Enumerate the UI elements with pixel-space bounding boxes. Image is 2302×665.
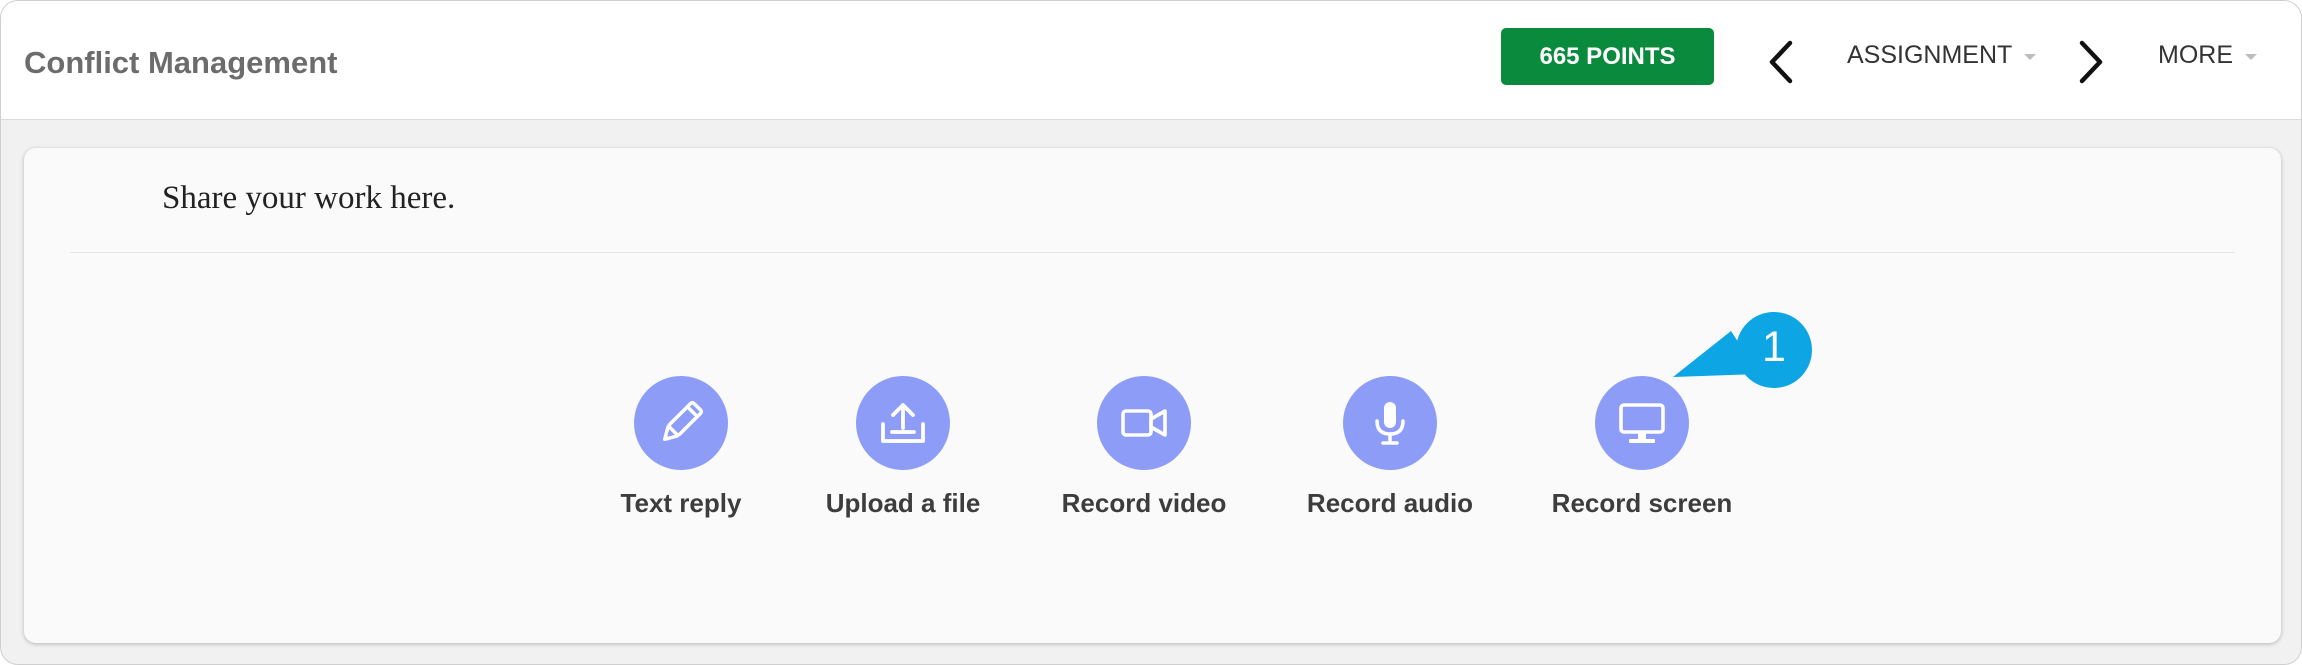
assignment-menu-label: ASSIGNMENT <box>1847 41 2013 69</box>
record-screen-label: Record screen <box>1551 488 1733 518</box>
chevron-down-icon <box>2245 54 2257 60</box>
record-audio-label: Record audio <box>1306 488 1474 518</box>
callout-number: 1 <box>1762 323 1786 371</box>
header-bar: Conflict Management 665 POINTS ASSIGNMEN… <box>1 1 2301 120</box>
assignment-menu[interactable]: ASSIGNMENT <box>1847 41 2037 70</box>
chevron-down-icon <box>2024 54 2037 60</box>
record-audio-button[interactable]: Record audio <box>1280 376 1500 526</box>
record-video-button[interactable]: Record video <box>1036 376 1252 526</box>
video-camera-icon <box>1097 376 1191 470</box>
more-menu-label: MORE <box>2158 41 2233 69</box>
upload-icon <box>856 376 950 470</box>
points-badge: 665 POINTS <box>1501 28 1714 85</box>
more-menu[interactable]: MORE <box>2158 41 2257 70</box>
submission-card: Share your work here. Text reply Upload … <box>24 148 2281 643</box>
divider <box>70 252 2235 253</box>
app-frame: Conflict Management 665 POINTS ASSIGNMEN… <box>0 0 2302 665</box>
text-reply-button[interactable]: Text reply <box>596 376 766 526</box>
upload-file-button[interactable]: Upload a file <box>792 376 1014 526</box>
text-reply-label: Text reply <box>620 488 742 518</box>
next-arrow-icon[interactable] <box>2076 39 2106 85</box>
pencil-icon <box>634 376 728 470</box>
page-title: Conflict Management <box>24 45 338 80</box>
microphone-icon <box>1343 376 1437 470</box>
previous-arrow-icon[interactable] <box>1766 39 1796 85</box>
record-video-label: Record video <box>1061 488 1227 518</box>
upload-file-label: Upload a file <box>825 488 981 518</box>
share-work-prompt[interactable]: Share your work here. <box>162 180 455 217</box>
